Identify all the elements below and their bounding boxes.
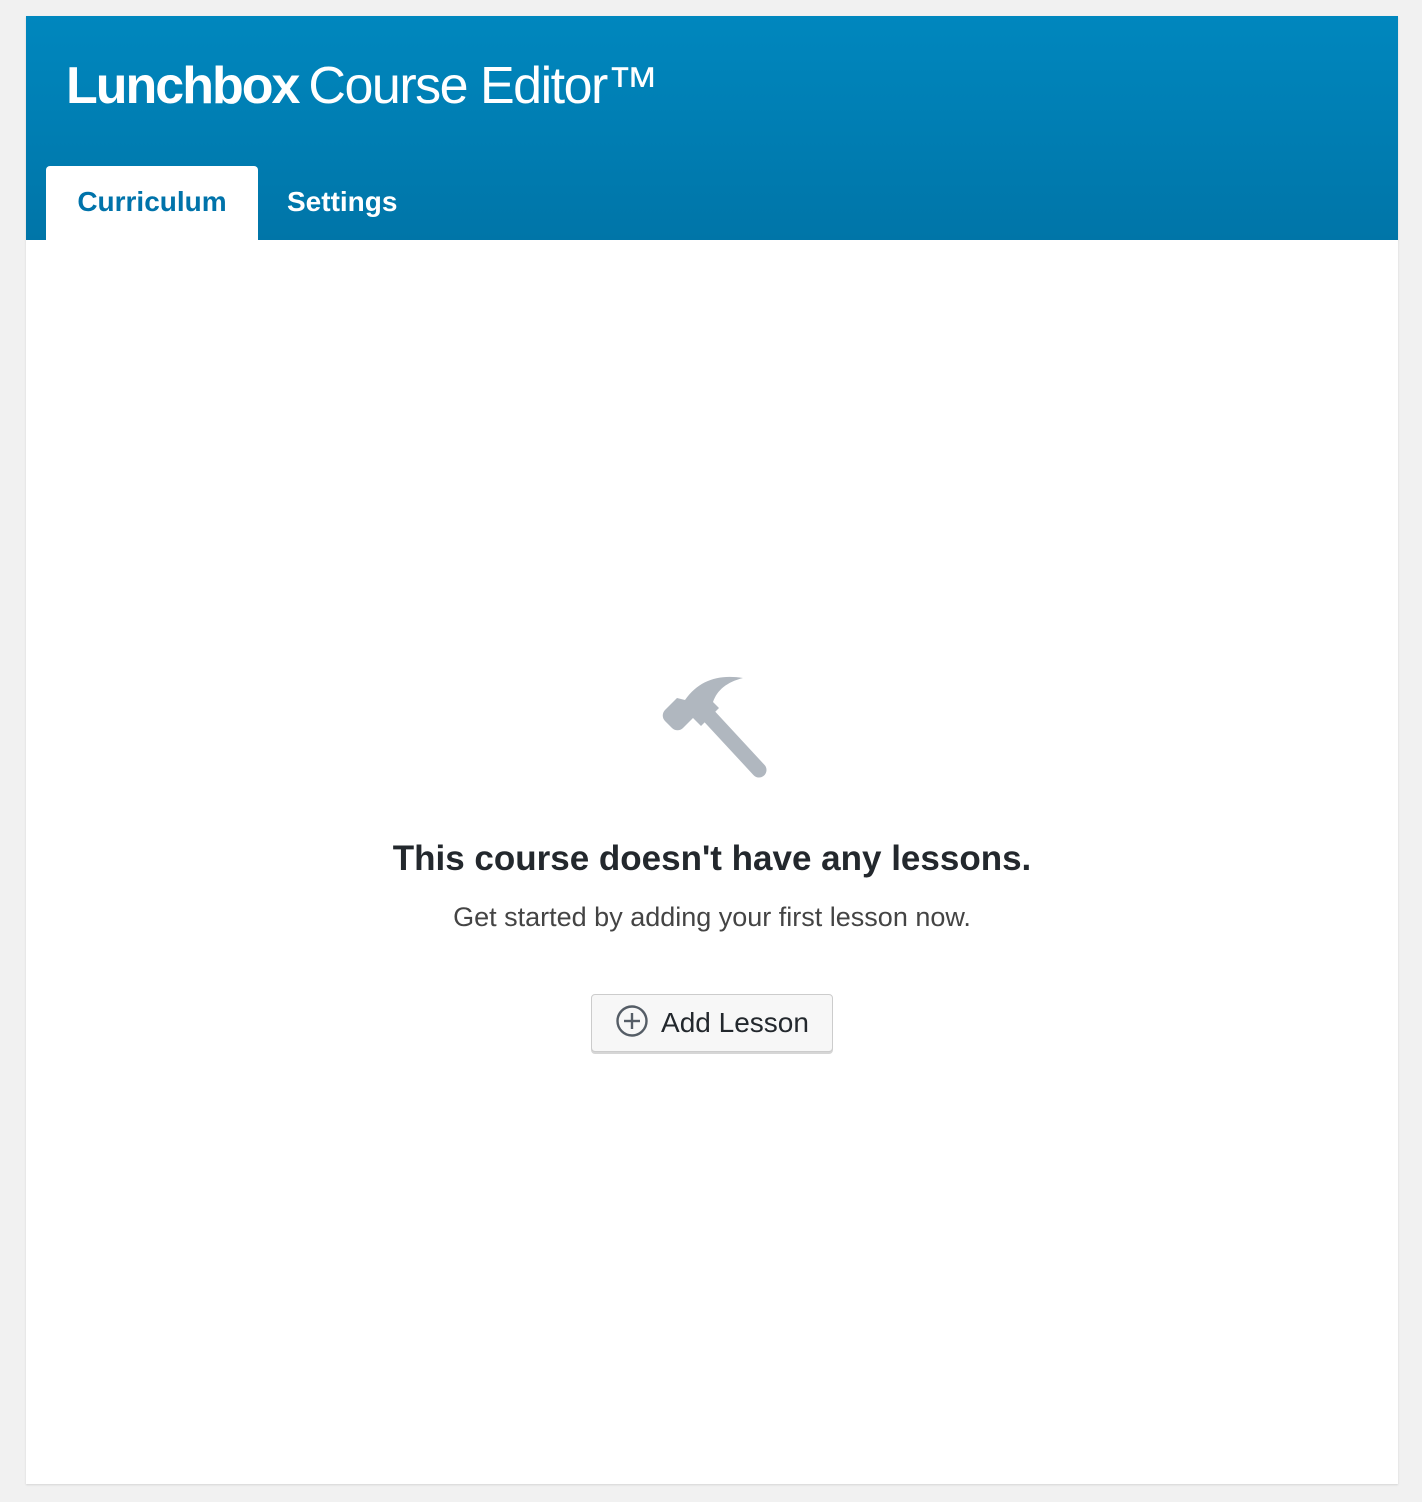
tab-bar: Curriculum Settings: [46, 166, 426, 240]
plus-circle-icon: [615, 1004, 661, 1043]
tab-settings[interactable]: Settings: [258, 166, 426, 240]
app-title: Lunchbox Course Editor™: [66, 54, 659, 118]
tab-curriculum[interactable]: Curriculum: [46, 166, 258, 240]
empty-state-title: This course doesn't have any lessons.: [392, 839, 1032, 878]
add-lesson-button[interactable]: Add Lesson: [591, 994, 833, 1052]
add-lesson-label: Add Lesson: [661, 1007, 809, 1038]
app-title-brand: Lunchbox: [66, 57, 300, 115]
editor-header: Lunchbox Course Editor™ Curriculum Settin…: [26, 16, 1398, 240]
empty-state-subtitle: Get started by adding your first lesson …: [453, 902, 971, 932]
empty-state: This course doesn't have any lessons. Ge…: [26, 656, 1398, 1052]
course-editor-panel: Lunchbox Course Editor™ Curriculum Settin…: [26, 16, 1398, 1484]
app-title-product: Course Editor™: [308, 57, 658, 115]
hammer-icon: [26, 656, 1398, 786]
